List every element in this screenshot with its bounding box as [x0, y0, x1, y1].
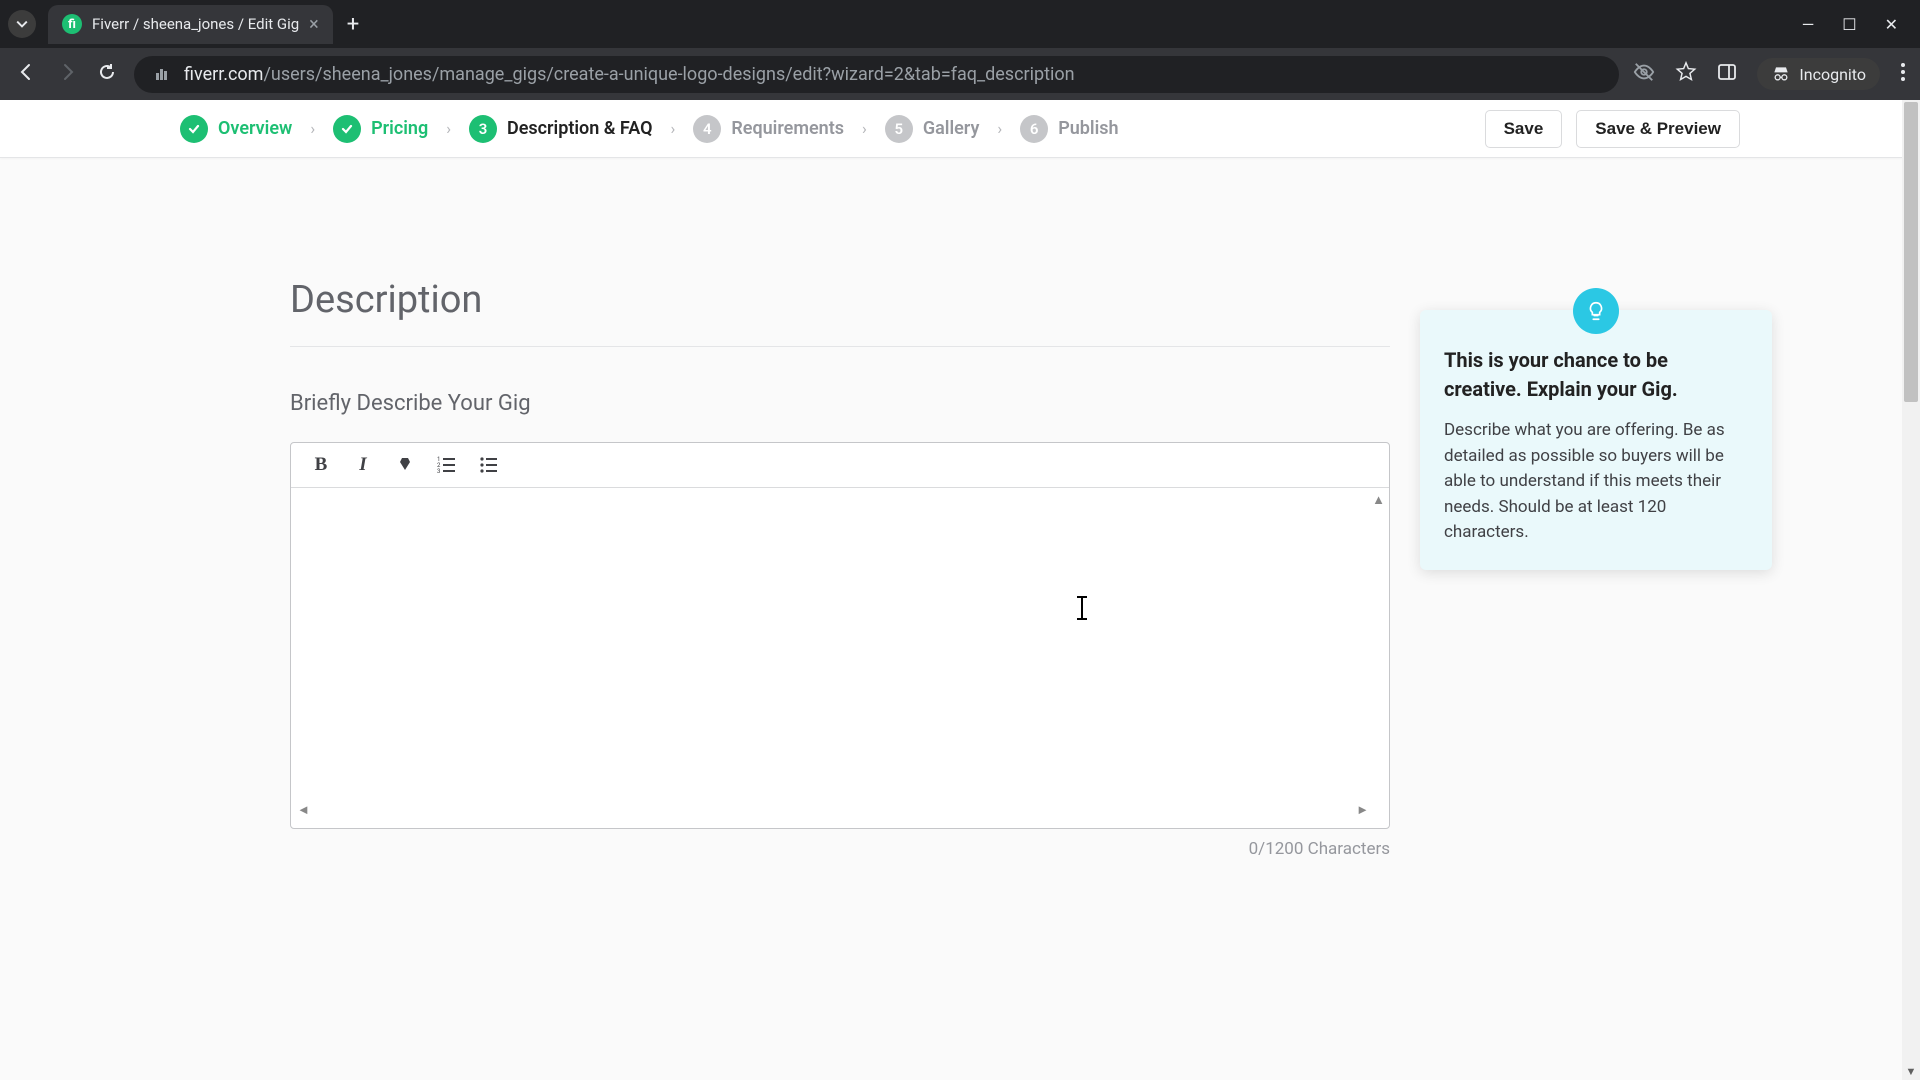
browser-chrome: fi Fiverr / sheena_jones / Edit Gig × + … [0, 0, 1920, 100]
lightbulb-icon [1573, 288, 1619, 334]
step-publish[interactable]: 6 Publish [1020, 115, 1118, 143]
bullet-list-button[interactable] [477, 453, 501, 477]
chevron-right-icon: › [997, 119, 1002, 138]
close-window-icon[interactable]: ✕ [1885, 15, 1898, 34]
italic-button[interactable]: I [351, 453, 375, 477]
address-bar: fiverr.com/users/sheena_jones/manage_gig… [0, 48, 1920, 100]
divider [290, 346, 1390, 347]
site-info-icon[interactable] [152, 64, 172, 84]
section-title: Description [290, 278, 1390, 322]
tip-body: Describe what you are offering. Be as de… [1444, 418, 1748, 546]
inner-scroll-right-icon: ► [1356, 802, 1369, 818]
save-preview-button[interactable]: Save & Preview [1576, 110, 1740, 148]
wizard-stepper: Overview › Pricing › 3 Description & FAQ… [0, 100, 1920, 158]
character-counter: 0/1200 Characters [290, 839, 1390, 859]
side-panel-icon[interactable] [1717, 62, 1737, 86]
step-description-faq[interactable]: 3 Description & FAQ [469, 115, 653, 143]
step-pricing[interactable]: Pricing [333, 115, 428, 143]
chevron-right-icon: › [671, 119, 676, 138]
rich-text-editor: B I 123 ▲ ◄ ► [290, 442, 1390, 829]
page-scrollbar[interactable]: ▲ ▼ [1902, 100, 1920, 1080]
bold-button[interactable]: B [309, 453, 333, 477]
save-button[interactable]: Save [1485, 110, 1563, 148]
text-cursor-icon [1081, 596, 1083, 620]
new-tab-button[interactable]: + [333, 12, 373, 37]
field-label: Briefly Describe Your Gig [290, 391, 1390, 416]
editor-toolbar: B I 123 [291, 443, 1389, 488]
check-icon [333, 115, 361, 143]
reload-button[interactable] [94, 62, 120, 86]
incognito-label: Incognito [1799, 65, 1866, 84]
page-content: Overview › Pricing › 3 Description & FAQ… [0, 100, 1920, 1080]
close-tab-icon[interactable]: × [309, 14, 319, 35]
incognito-badge[interactable]: Incognito [1757, 58, 1880, 90]
description-textarea[interactable]: ▲ ◄ ► [291, 488, 1389, 828]
incognito-icon [1771, 64, 1791, 84]
kebab-menu-icon[interactable] [1900, 62, 1906, 86]
tip-title: This is your chance to be creative. Expl… [1444, 346, 1748, 404]
scroll-down-icon[interactable]: ▼ [1902, 1062, 1920, 1080]
browser-tab[interactable]: fi Fiverr / sheena_jones / Edit Gig × [48, 5, 333, 44]
highlight-button[interactable] [393, 453, 417, 477]
back-button[interactable] [14, 62, 40, 86]
url-input[interactable]: fiverr.com/users/sheena_jones/manage_gig… [134, 56, 1619, 93]
window-controls: — ☐ ✕ [1802, 15, 1912, 34]
eye-off-icon[interactable] [1633, 61, 1655, 87]
tab-title: Fiverr / sheena_jones / Edit Gig [92, 15, 299, 33]
chevron-right-icon: › [446, 119, 451, 138]
svg-text:3: 3 [437, 468, 440, 475]
tip-card: This is your chance to be creative. Expl… [1420, 310, 1772, 570]
forward-button[interactable] [54, 62, 80, 86]
inner-scroll-up-icon: ▲ [1372, 492, 1385, 508]
url-text: fiverr.com/users/sheena_jones/manage_gig… [184, 64, 1075, 85]
inner-scroll-left-icon: ◄ [297, 802, 310, 818]
step-overview[interactable]: Overview [180, 115, 292, 143]
maximize-icon[interactable]: ☐ [1842, 15, 1856, 34]
scrollbar-thumb[interactable] [1904, 102, 1918, 402]
tab-search-button[interactable] [8, 10, 36, 38]
tab-bar: fi Fiverr / sheena_jones / Edit Gig × + … [0, 0, 1920, 48]
step-gallery[interactable]: 5 Gallery [885, 115, 980, 143]
check-icon [180, 115, 208, 143]
step-requirements[interactable]: 4 Requirements [693, 115, 844, 143]
chevron-right-icon: › [310, 119, 315, 138]
minimize-icon[interactable]: — [1802, 15, 1815, 34]
bookmark-star-icon[interactable] [1675, 61, 1697, 87]
chevron-right-icon: › [862, 119, 867, 138]
favicon-fiverr-icon: fi [62, 14, 82, 34]
ordered-list-button[interactable]: 123 [435, 453, 459, 477]
